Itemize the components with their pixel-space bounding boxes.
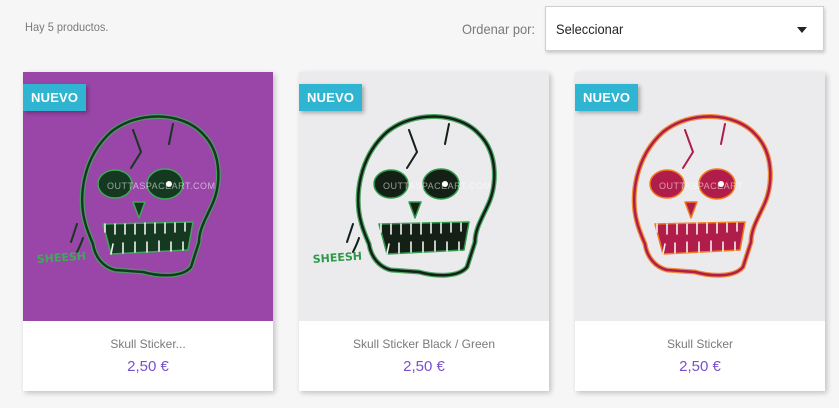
product-image[interactable]: OUTTASPACEART NUEVO xyxy=(575,72,825,321)
listing-toolbar: Hay 5 productos. Ordenar por: Selecciona… xyxy=(0,0,839,60)
product-listing-page: Hay 5 productos. Ordenar por: Selecciona… xyxy=(0,0,839,408)
product-card[interactable]: OUTTASPACEART.COM SHEESH NUEVO Skull Sti… xyxy=(299,72,549,391)
product-price: 2,50 € xyxy=(127,358,169,375)
product-name[interactable]: Skull Sticker xyxy=(575,337,825,351)
product-image[interactable]: OUTTASPACEART.COM SHEESH NUEVO xyxy=(23,72,273,321)
svg-text:OUTTASPACEART.COM: OUTTASPACEART.COM xyxy=(107,181,216,191)
new-badge: NUEVO xyxy=(23,84,87,111)
sort-label: Ordenar por: xyxy=(462,21,536,37)
new-badge: NUEVO xyxy=(575,84,639,111)
product-name[interactable]: Skull Sticker... xyxy=(23,337,273,351)
product-count: Hay 5 productos. xyxy=(25,20,109,34)
product-price: 2,50 € xyxy=(679,358,721,375)
caret-down-icon xyxy=(797,27,807,33)
sort-selected-value: Seleccionar xyxy=(556,21,624,37)
product-info: Skull Sticker 2,50 € xyxy=(575,321,825,391)
sort-dropdown[interactable]: Seleccionar xyxy=(545,6,824,51)
product-info: Skull Sticker... 2,50 € xyxy=(23,321,273,391)
product-name[interactable]: Skull Sticker Black / Green xyxy=(299,337,549,351)
new-badge: NUEVO xyxy=(299,84,363,111)
product-image[interactable]: OUTTASPACEART.COM SHEESH NUEVO xyxy=(299,72,549,321)
product-card[interactable]: OUTTASPACEART.COM SHEESH NUEVO Skull Sti… xyxy=(23,72,273,391)
svg-text:OUTTASPACEART: OUTTASPACEART xyxy=(659,181,743,191)
product-info: Skull Sticker Black / Green 2,50 € xyxy=(299,321,549,391)
product-price: 2,50 € xyxy=(403,358,445,375)
svg-text:OUTTASPACEART.COM: OUTTASPACEART.COM xyxy=(383,181,492,191)
product-card[interactable]: OUTTASPACEART NUEVO Skull Sticker 2,50 € xyxy=(575,72,825,391)
